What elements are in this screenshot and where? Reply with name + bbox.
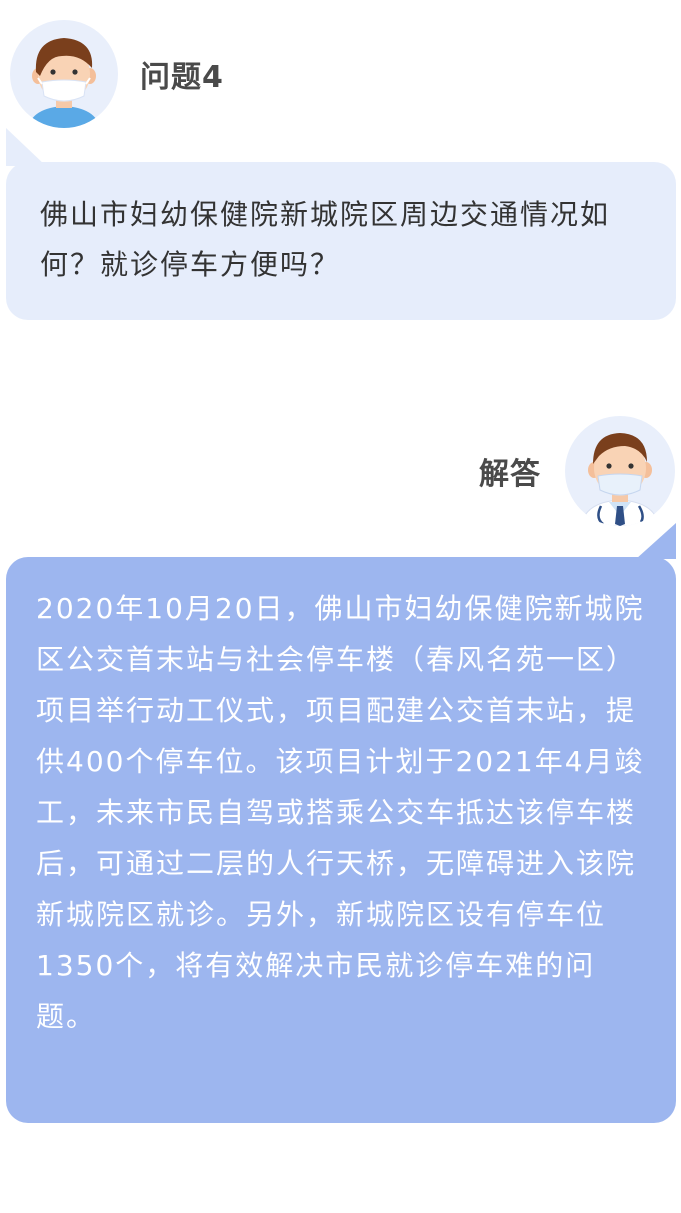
question-bubble: 佛山市妇幼保健院新城院区周边交通情况如何？就诊停车方便吗？ [6, 162, 676, 320]
question-text: 佛山市妇幼保健院新城院区周边交通情况如何？就诊停车方便吗？ [40, 198, 611, 281]
doctor-masked-avatar-icon [565, 416, 675, 526]
answer-bubble: 2020年10月20日，佛山市妇幼保健院新城院区公交首末站与社会停车楼（春风名苑… [6, 557, 676, 1123]
question-bubble-tail [6, 128, 46, 166]
patient-masked-avatar-icon [10, 20, 118, 128]
question-label: 问题4 [140, 60, 224, 95]
answer-text: 2020年10月20日，佛山市妇幼保健院新城院区公交首末站与社会停车楼（春风名苑… [36, 592, 645, 1033]
answer-bubble-tail [636, 523, 676, 559]
answer-label: 解答 [479, 457, 541, 492]
